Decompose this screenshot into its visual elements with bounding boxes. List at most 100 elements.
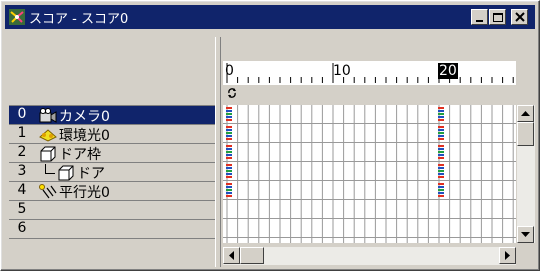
box-object-icon bbox=[57, 165, 75, 181]
keyframe-marker bbox=[226, 173, 232, 175]
score-app-icon bbox=[9, 9, 25, 25]
horizontal-scroll-thumb[interactable] bbox=[240, 247, 264, 264]
keyframe-marker bbox=[226, 170, 232, 172]
window-title: スコア - スコア0 bbox=[29, 12, 129, 27]
keyframe-grid[interactable] bbox=[223, 105, 516, 243]
keyframe-marker bbox=[226, 107, 232, 109]
scroll-down-button[interactable] bbox=[517, 226, 534, 243]
track-label: 平行光0 bbox=[59, 185, 110, 201]
track-list: 0 カメラ0 1 環境光0 2 ドア枠 3 ドア 4 平行光0 5 6 bbox=[9, 105, 216, 243]
track-row[interactable]: 6 bbox=[9, 220, 216, 239]
ruler-ticks bbox=[226, 63, 514, 83]
maximize-button[interactable] bbox=[489, 9, 506, 25]
keyframe-marker bbox=[438, 186, 444, 188]
keyframe-marker bbox=[438, 164, 444, 166]
loop-arrows-icon[interactable] bbox=[227, 87, 237, 99]
keyframe-marker bbox=[226, 186, 232, 188]
keyframe-marker bbox=[438, 173, 444, 175]
keyframe-marker bbox=[226, 116, 232, 118]
keyframe-marker bbox=[226, 183, 232, 185]
keyframe-marker bbox=[438, 126, 444, 128]
keyframe-marker bbox=[438, 119, 444, 121]
keyframe-marker bbox=[226, 157, 232, 159]
keyframe-marker bbox=[226, 151, 232, 153]
keyframe-marker bbox=[226, 119, 232, 121]
ruler-label-20-current: 20 bbox=[438, 63, 458, 79]
camera-icon bbox=[39, 108, 57, 124]
keyframe-marker bbox=[226, 192, 232, 194]
keyframe-marker bbox=[438, 113, 444, 115]
keyframe-marker bbox=[438, 170, 444, 172]
keyframe-marker bbox=[226, 110, 232, 112]
keyframe-marker bbox=[438, 157, 444, 159]
vertical-scrollbar[interactable] bbox=[517, 105, 535, 243]
track-row[interactable]: 5 bbox=[9, 201, 216, 220]
ruler-label-0: 0 bbox=[225, 63, 234, 79]
scroll-up-button[interactable] bbox=[517, 105, 534, 122]
track-number: 6 bbox=[17, 220, 27, 236]
keyframe-marker bbox=[438, 151, 444, 153]
ruler-area: 0 10 20 bbox=[223, 37, 516, 103]
score-window: スコア - スコア0 0 カメラ0 1 環境光0 2 ドア枠 3 ドア 4 平行光0 5 6 0 10… bbox=[0, 0, 540, 271]
title-bar[interactable]: スコア - スコア0 bbox=[5, 5, 535, 29]
keyframe-marker bbox=[226, 145, 232, 147]
track-number: 0 bbox=[17, 106, 27, 122]
keyframe-marker bbox=[438, 110, 444, 112]
keyframe-marker bbox=[438, 154, 444, 156]
keyframe-marker bbox=[226, 154, 232, 156]
keyframe-marker bbox=[438, 145, 444, 147]
keyframe-marker bbox=[226, 189, 232, 191]
scroll-left-button[interactable] bbox=[223, 247, 240, 264]
keyframe-marker bbox=[438, 167, 444, 169]
keyframe-marker bbox=[438, 192, 444, 194]
keyframe-marker bbox=[438, 195, 444, 197]
frame-ruler[interactable]: 0 10 20 bbox=[223, 61, 516, 85]
maximize-icon bbox=[493, 13, 503, 22]
keyframe-marker bbox=[438, 183, 444, 185]
track-row[interactable]: 1 環境光0 bbox=[9, 125, 216, 144]
track-label: ドア枠 bbox=[59, 147, 101, 163]
keyframe-marker bbox=[438, 138, 444, 140]
close-icon bbox=[515, 12, 525, 22]
panel-splitter[interactable] bbox=[215, 37, 221, 267]
tree-connector bbox=[45, 164, 55, 174]
keyframe-marker bbox=[438, 132, 444, 134]
keyframe-marker bbox=[438, 116, 444, 118]
directional-light-icon bbox=[39, 184, 57, 200]
track-list-footer bbox=[9, 247, 216, 265]
keyframe-marker bbox=[438, 176, 444, 178]
track-number: 1 bbox=[17, 125, 27, 141]
track-number: 3 bbox=[17, 163, 27, 179]
horizontal-scrollbar[interactable] bbox=[223, 247, 516, 265]
track-label: ドア bbox=[77, 166, 105, 182]
keyframe-marker bbox=[226, 176, 232, 178]
track-label: 環境光0 bbox=[59, 128, 110, 144]
ambient-light-icon bbox=[39, 127, 57, 143]
track-number: 5 bbox=[17, 201, 27, 217]
ruler-label-10: 10 bbox=[333, 63, 351, 79]
arrow-up-icon bbox=[521, 111, 530, 116]
keyframe-marker bbox=[226, 135, 232, 137]
track-name-header bbox=[9, 37, 214, 103]
track-label: カメラ0 bbox=[59, 109, 110, 125]
vertical-scroll-thumb[interactable] bbox=[517, 122, 534, 146]
keyframe-marker bbox=[226, 138, 232, 140]
track-row[interactable]: 2 ドア枠 bbox=[9, 144, 216, 163]
keyframe-marker bbox=[438, 189, 444, 191]
scroll-right-button[interactable] bbox=[499, 247, 516, 264]
keyframe-marker bbox=[438, 148, 444, 150]
track-row[interactable]: 4 平行光0 bbox=[9, 182, 216, 201]
track-row[interactable]: 0 カメラ0 bbox=[9, 106, 216, 125]
arrow-right-icon bbox=[505, 251, 510, 260]
arrow-left-icon bbox=[229, 251, 234, 260]
keyframe-marker bbox=[226, 126, 232, 128]
keyframe-marker bbox=[226, 148, 232, 150]
keyframe-marker bbox=[226, 164, 232, 166]
track-number: 4 bbox=[17, 182, 27, 198]
close-button[interactable] bbox=[511, 9, 528, 25]
keyframe-marker bbox=[226, 129, 232, 131]
keyframe-marker bbox=[226, 132, 232, 134]
minimize-icon bbox=[476, 20, 483, 22]
track-row[interactable]: 3 ドア bbox=[9, 163, 216, 182]
minimize-button[interactable] bbox=[471, 9, 488, 25]
